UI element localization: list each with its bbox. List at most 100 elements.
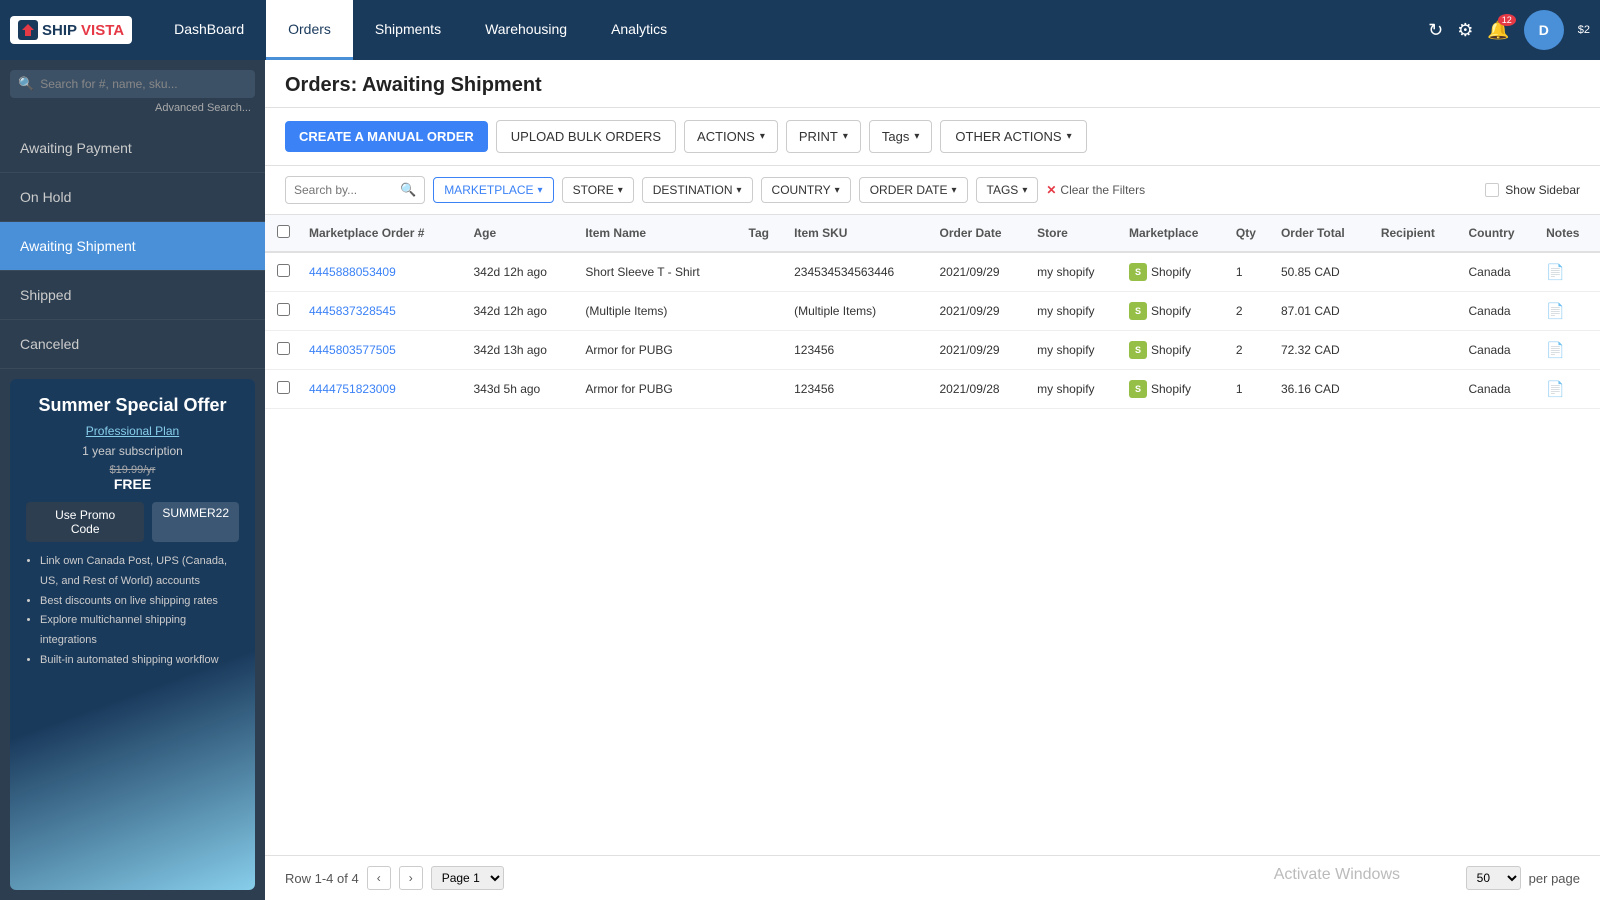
country-filter-label: COUNTRY	[772, 183, 831, 197]
show-sidebar-checkbox[interactable]	[1485, 183, 1499, 197]
print-button[interactable]: PRINT ▾	[786, 120, 861, 153]
sidebar-item-canceled[interactable]: Canceled	[0, 320, 265, 369]
row-country-3: Canada	[1461, 370, 1539, 409]
nav-item-orders[interactable]: Orders	[266, 0, 353, 60]
logo-vista: VISTA	[81, 22, 124, 39]
refresh-button[interactable]: ↻	[1428, 20, 1443, 41]
show-sidebar-toggle[interactable]: Show Sidebar	[1485, 183, 1580, 197]
promo-feature-2: Best discounts on live shipping rates	[40, 592, 239, 612]
order-link-3[interactable]: 4444751823009	[309, 382, 396, 396]
tags-button[interactable]: Tags ▾	[869, 120, 933, 153]
col-country: Country	[1461, 215, 1539, 252]
row-sku-2: 123456	[786, 331, 931, 370]
row-checkbox-3[interactable]	[277, 381, 290, 394]
logo-icon	[18, 20, 38, 40]
row-age-1: 342d 12h ago	[465, 292, 577, 331]
prev-page-button[interactable]: ‹	[367, 866, 391, 890]
nav-item-analytics[interactable]: Analytics	[589, 0, 689, 60]
user-avatar[interactable]: D	[1524, 10, 1564, 50]
promo-btn-row: Use Promo Code SUMMER22	[26, 502, 239, 542]
notes-icon-3[interactable]: 📄	[1546, 381, 1565, 398]
nav-item-warehousing[interactable]: Warehousing	[463, 0, 589, 60]
marketplace-chevron-icon: ▾	[538, 185, 543, 196]
user-initial: D	[1539, 22, 1549, 38]
store-filter-button[interactable]: STORE ▾	[562, 177, 634, 203]
notes-icon-1[interactable]: 📄	[1546, 303, 1565, 320]
row-marketplace-3: S Shopify	[1121, 370, 1228, 409]
row-country-1: Canada	[1461, 292, 1539, 331]
search-icon: 🔍	[18, 76, 34, 92]
destination-chevron-icon: ▾	[737, 185, 742, 196]
select-all-checkbox[interactable]	[277, 225, 290, 238]
order-link-1[interactable]: 4445837328545	[309, 304, 396, 318]
destination-filter-button[interactable]: DESTINATION ▾	[642, 177, 753, 203]
main-layout: 🔍 Advanced Search... Awaiting Payment On…	[0, 60, 1600, 900]
row-qty-3: 1	[1228, 370, 1273, 409]
notes-icon-2[interactable]: 📄	[1546, 342, 1565, 359]
row-total-1: 87.01 CAD	[1273, 292, 1373, 331]
col-order-date: Order Date	[931, 215, 1029, 252]
nav-item-shipments[interactable]: Shipments	[353, 0, 463, 60]
sidebar-item-awaiting-shipment[interactable]: Awaiting Shipment	[0, 222, 265, 271]
other-actions-button[interactable]: OTHER ACTIONS ▾	[940, 120, 1086, 153]
shopify-icon-3: S	[1129, 380, 1147, 398]
nav-item-dashboard[interactable]: DashBoard	[152, 0, 266, 60]
col-item-name: Item Name	[577, 215, 740, 252]
search-input[interactable]	[40, 77, 247, 91]
notifications-button[interactable]: 🔔 12	[1487, 20, 1509, 41]
order-link-0[interactable]: 4445888053409	[309, 265, 396, 279]
order-date-filter-label: ORDER DATE	[870, 183, 948, 197]
other-actions-label: OTHER ACTIONS	[955, 129, 1061, 144]
create-manual-order-button[interactable]: CREATE A MANUAL ORDER	[285, 121, 488, 152]
promo-feature-1: Link own Canada Post, UPS (Canada, US, a…	[40, 552, 239, 592]
country-filter-button[interactable]: COUNTRY ▾	[761, 177, 851, 203]
marketplace-filter-label: MARKETPLACE	[444, 183, 533, 197]
advanced-search-link[interactable]: Advanced Search...	[10, 98, 255, 114]
row-checkbox-0[interactable]	[277, 264, 290, 277]
logo[interactable]: SHIPVISTA	[10, 16, 132, 44]
row-age-2: 342d 13h ago	[465, 331, 577, 370]
sidebar-item-on-hold[interactable]: On Hold	[0, 173, 265, 222]
marketplace-filter-button[interactable]: MARKETPLACE ▾	[433, 177, 553, 203]
per-page-label: per page	[1529, 871, 1580, 886]
logo-ship: SHIP	[42, 22, 77, 39]
col-order-total: Order Total	[1273, 215, 1373, 252]
promo-feature-3: Explore multichannel shipping integratio…	[40, 611, 239, 651]
logo-area[interactable]: SHIPVISTA	[10, 16, 132, 44]
col-age: Age	[465, 215, 577, 252]
row-marketplace-1: S Shopify	[1121, 292, 1228, 331]
sidebar-item-awaiting-payment[interactable]: Awaiting Payment	[0, 124, 265, 173]
order-date-filter-button[interactable]: ORDER DATE ▾	[859, 177, 968, 203]
row-recipient-0	[1373, 252, 1461, 292]
table-row: 4445837328545 342d 12h ago (Multiple Ite…	[265, 292, 1600, 331]
row-checkbox-1[interactable]	[277, 303, 290, 316]
settings-button[interactable]: ⚙	[1457, 20, 1473, 41]
promo-features: Link own Canada Post, UPS (Canada, US, a…	[26, 552, 239, 671]
row-checkbox-2[interactable]	[277, 342, 290, 355]
store-filter-label: STORE	[573, 183, 614, 197]
notes-icon-0[interactable]: 📄	[1546, 264, 1565, 281]
actions-button[interactable]: ACTIONS ▾	[684, 120, 778, 153]
promo-use-code-button[interactable]: Use Promo Code	[26, 502, 144, 542]
row-item-name-3: Armor for PUBG	[577, 370, 740, 409]
store-chevron-icon: ▾	[618, 185, 623, 196]
per-page-select[interactable]: 50 25 100	[1466, 866, 1521, 890]
sidebar-item-shipped[interactable]: Shipped	[0, 271, 265, 320]
col-order-num: Marketplace Order #	[301, 215, 465, 252]
clear-filters-button[interactable]: ✕ Clear the Filters	[1046, 183, 1145, 197]
next-page-button[interactable]: ›	[399, 866, 423, 890]
content-area: Orders: Awaiting Shipment CREATE A MANUA…	[265, 60, 1600, 900]
upload-bulk-orders-button[interactable]: UPLOAD BULK ORDERS	[496, 120, 676, 153]
order-link-2[interactable]: 4445803577505	[309, 343, 396, 357]
page-select[interactable]: Page 1	[431, 866, 504, 890]
col-store: Store	[1029, 215, 1121, 252]
row-sku-3: 123456	[786, 370, 931, 409]
col-recipient: Recipient	[1373, 215, 1461, 252]
table-header-row: Marketplace Order # Age Item Name Tag It…	[265, 215, 1600, 252]
filter-search-icon: 🔍	[400, 182, 416, 198]
tags-filter-button[interactable]: TAGS ▾	[976, 177, 1039, 203]
tags-filter-label: TAGS	[987, 183, 1019, 197]
filter-search-input[interactable]	[294, 183, 394, 197]
promo-code: SUMMER22	[152, 502, 239, 542]
row-qty-0: 1	[1228, 252, 1273, 292]
